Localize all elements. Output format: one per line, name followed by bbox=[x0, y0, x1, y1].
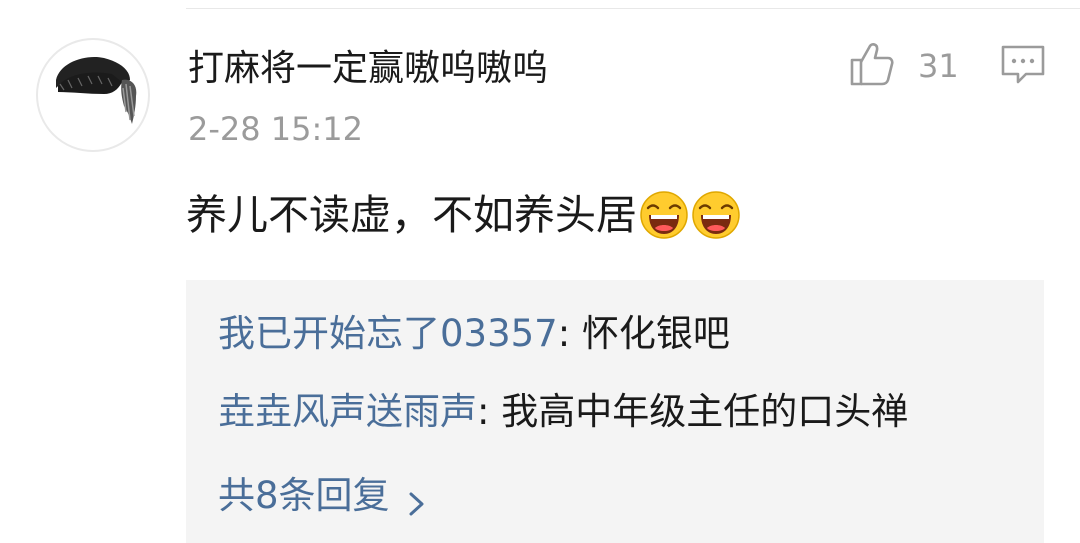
more-replies-label: 共8条回复 bbox=[218, 474, 390, 517]
reply-item[interactable]: 垚垚风声送雨声: 我高中年级主任的口头禅 bbox=[218, 386, 908, 438]
reply-text: 怀化银吧 bbox=[581, 312, 730, 355]
laughing-face-emoji bbox=[639, 190, 689, 240]
reply-separator: : bbox=[477, 390, 502, 433]
thumbs-up-icon[interactable] bbox=[848, 40, 896, 88]
laughing-face-emoji bbox=[691, 190, 741, 240]
comment-text: 养儿不读虚，不如养头居 bbox=[186, 191, 637, 239]
reply-username[interactable]: 我已开始忘了03357 bbox=[218, 312, 558, 355]
replies-panel[interactable]: 我已开始忘了03357: 怀化银吧 垚垚风声送雨声: 我高中年级主任的口头禅 共… bbox=[186, 280, 1044, 543]
reply-text: 我高中年级主任的口头禅 bbox=[501, 390, 909, 433]
reply-separator: : bbox=[557, 312, 582, 355]
top-divider bbox=[186, 8, 1080, 9]
reply-item[interactable]: 我已开始忘了03357: 怀化银吧 bbox=[218, 308, 730, 360]
reply-username[interactable]: 垚垚风声送雨声 bbox=[218, 390, 477, 433]
more-replies-link[interactable]: 共8条回复 bbox=[218, 470, 428, 522]
chevron-right-icon bbox=[406, 481, 428, 516]
like-count[interactable]: 31 bbox=[918, 44, 959, 88]
user-avatar[interactable] bbox=[36, 38, 150, 152]
hair-avatar-icon bbox=[56, 56, 137, 124]
comment-timestamp: 2-28 15:12 bbox=[188, 110, 364, 148]
comment-username[interactable]: 打麻将一定赢嗷呜嗷呜 bbox=[188, 44, 548, 94]
comment-body: 养儿不读虚，不如养头居 bbox=[186, 186, 741, 244]
comment-bubble-icon[interactable] bbox=[1000, 44, 1046, 86]
